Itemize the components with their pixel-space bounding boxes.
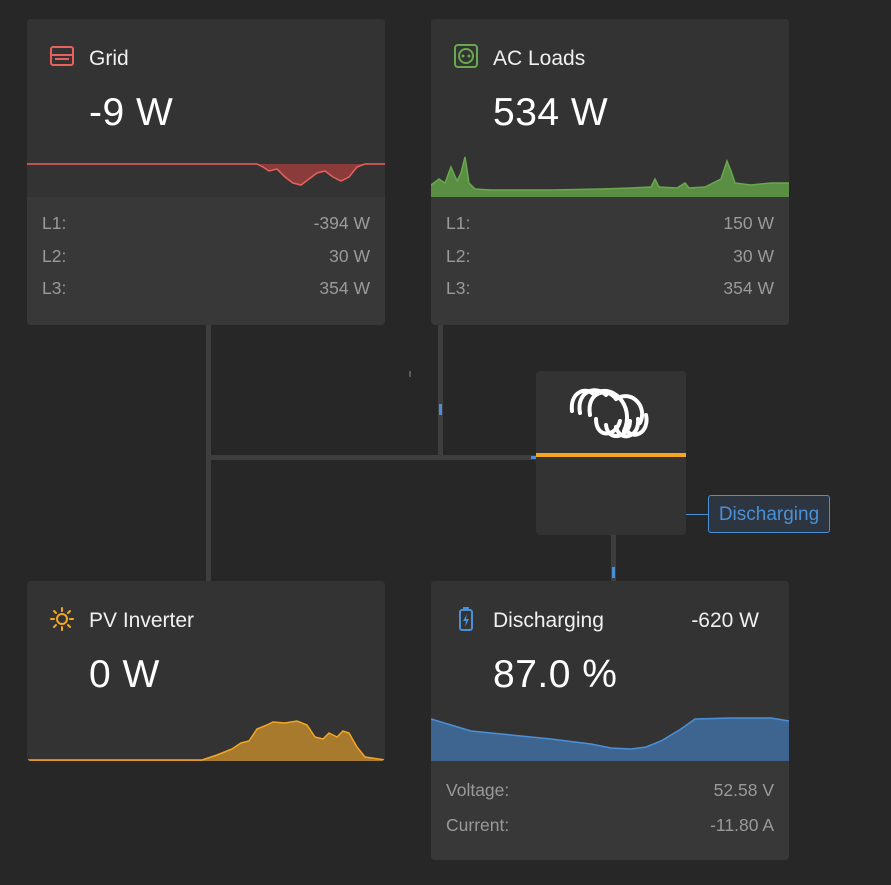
victron-logo (569, 388, 649, 439)
battery-current-row: Current: -11.80 A (446, 815, 774, 835)
battery-soc-value: 87.0 % (493, 653, 618, 696)
pv-inverter-title: PV Inverter (89, 609, 195, 632)
grid-card-header: Grid -9 W (27, 19, 385, 197)
grid-phase-row: L2: 30 W (42, 245, 370, 266)
battery-icon (459, 607, 473, 631)
ac-loads-phase-row: L2: 30 W (446, 245, 774, 266)
battery-card-header: Discharging -620 W 87.0 % (431, 581, 789, 761)
wire-marker (409, 371, 411, 377)
grid-card[interactable]: Grid -9 W L1: -394 W L2: 30 W L3: 354 W (27, 19, 385, 325)
grid-phases: L1: -394 W L2: 30 W L3: 354 W (27, 197, 385, 325)
ac-loads-phase-row: L3: 354 W (446, 278, 774, 298)
ac-loads-phases: L1: 150 W L2: 30 W L3: 354 W (431, 197, 789, 325)
flow-dot-battery (612, 567, 615, 578)
socket-icon (454, 44, 478, 68)
inverter-state-badge: Discharging (708, 495, 830, 533)
grid-sparkline (27, 163, 385, 197)
battery-sparkline (431, 717, 789, 761)
ac-loads-power-value: 534 W (493, 91, 609, 134)
ac-loads-card[interactable]: AC Loads 534 W L1: 150 W L2: 30 W L3: 354 W (431, 19, 789, 325)
pv-inverter-power-value: 0 W (89, 653, 160, 696)
wire-acloads-down (438, 325, 443, 460)
inverter-logo-area (536, 371, 686, 453)
sun-icon (50, 607, 74, 631)
grid-phase-row: L3: 354 W (42, 278, 370, 298)
ac-loads-phase-row: L1: 150 W (446, 213, 774, 233)
grid-title: Grid (89, 47, 129, 70)
pv-sparkline (27, 720, 385, 761)
inverter-state-line (536, 453, 686, 457)
grid-power-value: -9 W (89, 91, 174, 134)
wire-horizontal-main (206, 455, 536, 460)
ac-loads-card-header: AC Loads 534 W (431, 19, 789, 197)
battery-details: Voltage: 52.58 V Current: -11.80 A (431, 761, 789, 860)
state-badge-connector (686, 514, 708, 515)
battery-power-value: -620 W (691, 609, 759, 632)
flow-dot-acloads (439, 404, 442, 415)
battery-card[interactable]: Discharging -620 W 87.0 % Voltage: 52.58 … (431, 581, 789, 860)
grid-icon (50, 46, 74, 66)
pv-inverter-card[interactable]: PV Inverter 0 W (27, 581, 385, 761)
ac-loads-title: AC Loads (493, 47, 586, 70)
inverter-card[interactable] (536, 371, 686, 535)
grid-phase-row: L1: -394 W (42, 213, 370, 233)
battery-voltage-row: Voltage: 52.58 V (446, 780, 774, 800)
battery-state-title: Discharging (493, 609, 604, 632)
wire-grid-down (206, 325, 211, 581)
ac-loads-sparkline (431, 156, 789, 197)
